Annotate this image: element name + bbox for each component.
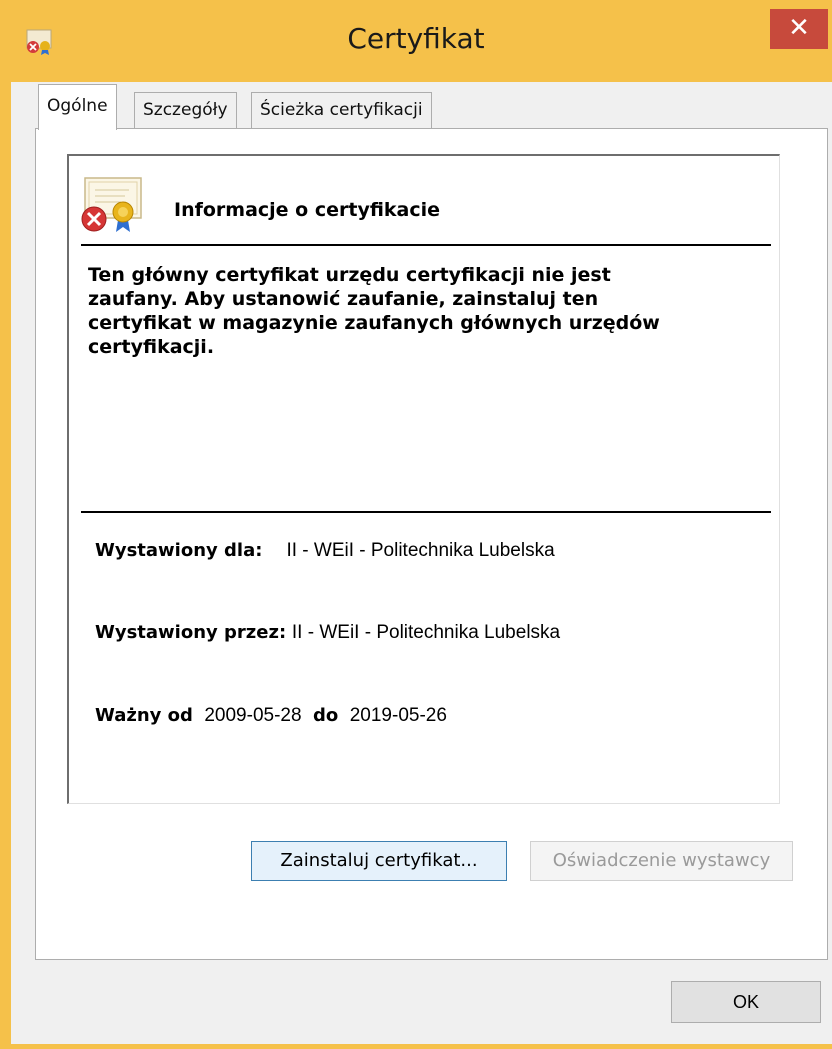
general-tab-panel: Informacje o certyfikacie Ten główny cer… [35,128,828,960]
tab-certification-path[interactable]: Ścieżka certyfikacji [251,92,432,128]
title-bar[interactable]: Certyfikat ✕ [0,0,832,82]
divider-bottom [81,511,771,513]
valid-to-value: 2019-05-26 [349,705,447,726]
certificate-info-box: Informacje o certyfikacie Ten główny cer… [67,154,780,804]
issued-to-value: II - WEiI - Politechnika Lubelska [286,540,555,561]
trust-warning-text: Ten główny certyfikat urzędu certyfikacj… [88,264,660,358]
dialog-client-area: Ogólne Szczegóły Ścieżka certyfikacji In… [11,82,832,1044]
issued-by-value: II - WEiI - Politechnika Lubelska [291,622,561,643]
validity-row: Ważny od 2009-05-28 do 2019-05-26 [95,705,447,727]
issued-to-label: Wystawiony dla: [95,540,263,561]
certificate-window: Certyfikat ✕ Ogólne Szczegóły Ścieżka ce… [0,0,832,1049]
ok-button[interactable]: OK [671,981,821,1023]
issued-by-label: Wystawiony przez: [95,622,287,643]
info-heading: Informacje o certyfikacie [174,199,441,221]
window-title: Certyfikat [347,22,485,55]
valid-to-label: do [313,705,339,726]
valid-from-value: 2009-05-28 [204,705,302,726]
certificate-error-icon [81,177,142,232]
issued-to-row: Wystawiony dla: II - WEiI - Politechnika … [95,540,555,562]
install-certificate-button[interactable]: Zainstaluj certyfikat... [251,841,507,881]
valid-from-label: Ważny od [95,705,193,726]
issuer-statement-button[interactable]: Oświadczenie wystawcy [530,841,793,881]
tab-general[interactable]: Ogólne [38,84,117,130]
issued-by-row: Wystawiony przez: II - WEiI - Politechni… [95,622,560,644]
divider-top [81,244,771,246]
close-button[interactable]: ✕ [770,9,828,49]
tab-details[interactable]: Szczegóły [134,92,237,128]
